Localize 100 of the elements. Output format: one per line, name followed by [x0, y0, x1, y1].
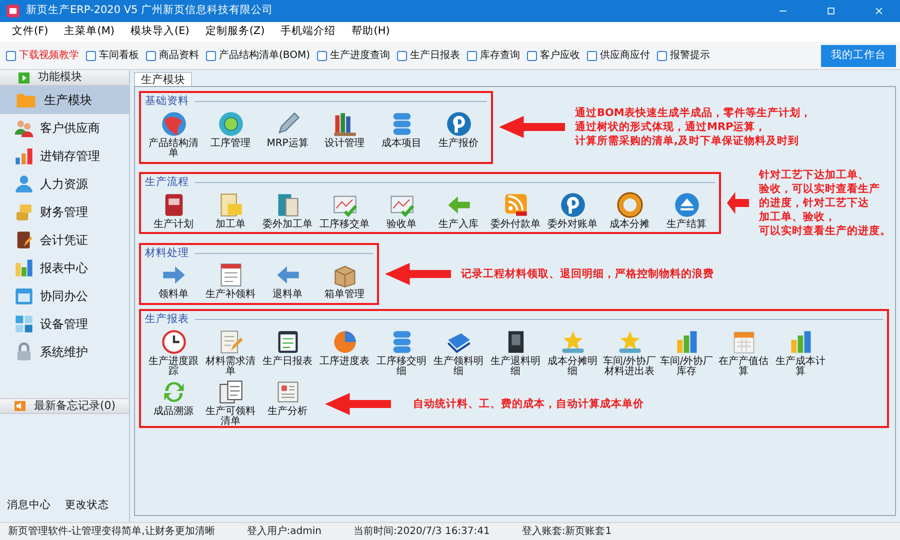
module-button[interactable]: 箱单管理	[316, 261, 373, 301]
checkbox-icon	[146, 50, 156, 60]
module-button[interactable]: 生产分析	[259, 378, 316, 428]
papers-icon	[218, 378, 244, 405]
pointer-arrow	[499, 115, 565, 140]
toolbar-button[interactable]: 商品资料	[146, 48, 206, 63]
toolbar-button[interactable]: 生产进度查询	[317, 48, 397, 63]
checkbox-icon	[587, 50, 597, 60]
module-button[interactable]: 生产结算	[658, 190, 715, 230]
module-button[interactable]: 车间/外协厂材料进出表	[601, 328, 658, 378]
module-button[interactable]: 生产补领料	[202, 261, 259, 301]
sidebar-item[interactable]: 人力资源	[0, 170, 129, 198]
module-button[interactable]: 设计管理	[316, 110, 373, 160]
module-button[interactable]: 材料需求清单	[202, 328, 259, 378]
annotation-text: 针对工艺下达加工单、	[759, 168, 870, 182]
play-icon	[18, 72, 30, 84]
menu-item[interactable]: 定制服务(Z)	[197, 24, 273, 40]
checkbox-icon	[86, 50, 96, 60]
module-button[interactable]: 生产成本计算	[772, 328, 829, 378]
module-button[interactable]: 生产报价	[430, 110, 487, 160]
person-icon	[14, 174, 34, 194]
toolbar-button[interactable]: 报警提示	[657, 48, 717, 63]
people-icon	[14, 118, 34, 138]
module-button[interactable]: 生产计划	[145, 190, 202, 230]
menu-item[interactable]: 主菜单(M)	[56, 24, 122, 40]
footer-link[interactable]: 更改状态	[65, 498, 109, 514]
menu-item[interactable]: 文件(F)	[4, 24, 56, 40]
status-text: 登入账套:新页账套1	[522, 524, 612, 539]
sidebar-item[interactable]: 系统维护	[0, 338, 129, 366]
folder-icon	[218, 192, 244, 218]
section-title: 基础资料	[145, 94, 189, 109]
module-button[interactable]: 成本分摊	[601, 190, 658, 230]
note-pencil-icon	[218, 328, 244, 355]
sidebar-item[interactable]: 生产模块	[0, 86, 129, 114]
form-icon	[218, 262, 244, 288]
coin-icon	[560, 192, 586, 218]
sidebar-item[interactable]: 客户供应商	[0, 114, 129, 142]
module-button[interactable]: 委外加工单	[259, 190, 316, 230]
module-button[interactable]: 验收单	[373, 190, 430, 230]
speaker-icon	[14, 400, 26, 412]
module-button[interactable]: 成品溯源	[145, 378, 202, 428]
module-button[interactable]: 产品结构清单	[145, 110, 202, 160]
calendar-icon	[14, 286, 34, 306]
module-button[interactable]: 工序移交明细	[373, 328, 430, 378]
module-button[interactable]: 生产退料明细	[487, 328, 544, 378]
menu-item[interactable]: 手机端介绍	[272, 24, 344, 40]
layout-icon	[274, 378, 300, 405]
sidebar-item[interactable]: 设备管理	[0, 310, 129, 338]
memo-label: 最新备忘记录(0)	[34, 398, 116, 414]
module-button[interactable]: 工序移交单	[316, 190, 373, 230]
module-button[interactable]: 生产可领料清单	[202, 378, 259, 428]
module-button[interactable]: 生产进度跟踪	[145, 328, 202, 378]
module-button[interactable]: 在产产值估算	[715, 328, 772, 378]
menu-item[interactable]: 模块导入(E)	[122, 24, 198, 40]
annotation-text: 加工单、验收，	[759, 210, 837, 224]
section-title: 生产报表	[145, 312, 189, 327]
sidebar-header-label: 功能模块	[38, 69, 82, 86]
annotation-text: 自动统计料、工、费的成本，自动计算成本单价	[413, 396, 644, 411]
bar-chart-icon	[14, 258, 34, 278]
module-button[interactable]: 加工单	[202, 190, 259, 230]
module-button[interactable]: MRP运算	[259, 110, 316, 160]
module-button[interactable]: 车间/外协厂库存	[658, 328, 715, 378]
checkbox-icon	[397, 50, 407, 60]
toolbar-button[interactable]: 下载视频教学	[6, 48, 86, 63]
rss-icon	[502, 192, 528, 218]
checkbox-icon	[6, 50, 16, 60]
coins-icon	[14, 202, 34, 222]
module-button[interactable]: 领料单	[145, 261, 202, 301]
tab[interactable]: 生产模块	[134, 72, 192, 86]
toolbar-button[interactable]: 生产日报表	[397, 48, 467, 63]
tiles-icon	[14, 314, 34, 334]
module-button[interactable]: 退料单	[259, 261, 316, 301]
sidebar-item[interactable]: 协同办公	[0, 282, 129, 310]
sidebar-item[interactable]: 会计凭证	[0, 226, 129, 254]
module-button[interactable]: 委外对账单	[544, 190, 601, 230]
module-button[interactable]: 成本项目	[373, 110, 430, 160]
toolbar-button[interactable]: 供应商应付	[587, 48, 657, 63]
toolbar-button[interactable]: 车间看板	[86, 48, 146, 63]
sidebar-item[interactable]: 财务管理	[0, 198, 129, 226]
toolbar-button[interactable]: 产品结构清单(BOM)	[206, 48, 317, 63]
module-button[interactable]: 委外付款单	[487, 190, 544, 230]
clock-icon	[160, 328, 186, 355]
sidebar-item[interactable]: 报表中心	[0, 254, 129, 282]
module-button[interactable]: 生产领料明细	[430, 328, 487, 378]
footer-link[interactable]: 消息中心	[7, 498, 51, 514]
toolbar-button[interactable]: 库存查询	[467, 48, 527, 63]
toolbar-button[interactable]: 客户应收	[527, 48, 587, 63]
menu-item[interactable]: 帮助(H)	[344, 24, 398, 40]
module-button[interactable]: 工序管理	[202, 110, 259, 160]
donut-icon	[616, 192, 642, 218]
sidebar-item[interactable]: 进销存管理	[0, 142, 129, 170]
module-button[interactable]: 成本分摊明细	[544, 328, 601, 378]
books-icon	[332, 110, 358, 137]
checkbox-icon	[317, 50, 327, 60]
module-button[interactable]: 生产日报表	[259, 328, 316, 378]
annotation-text: 通过BOM表快速生成半成品，零件等生产计划，	[575, 106, 812, 120]
workbench-button[interactable]: 我的工作台	[821, 44, 896, 66]
module-button[interactable]: 生产入库	[430, 190, 487, 230]
module-button[interactable]: 工序进度表	[316, 328, 373, 378]
calendar-icon	[730, 328, 756, 355]
